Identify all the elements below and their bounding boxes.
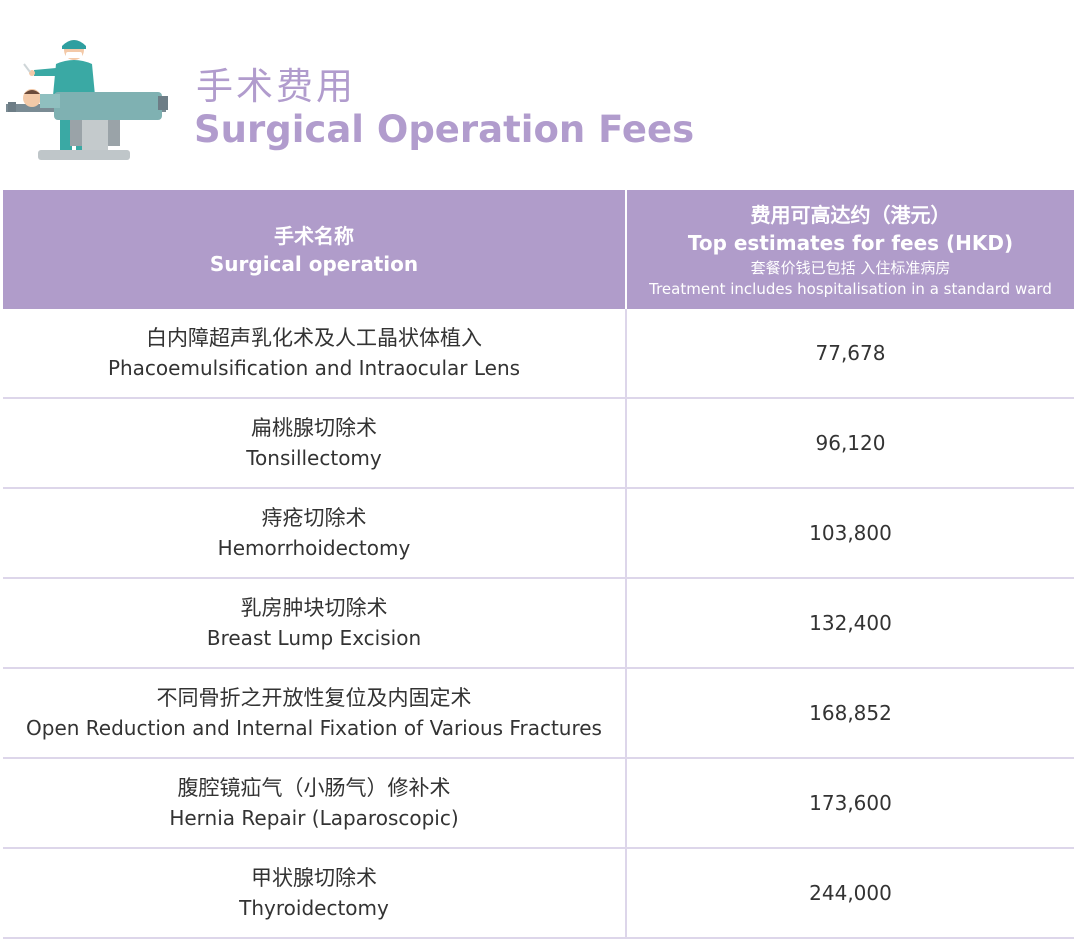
page-title-en: Surgical Operation Fees	[194, 108, 695, 151]
operation-name-en: Hernia Repair (Laparoscopic)	[169, 806, 459, 830]
operation-cell: 不同骨折之开放性复位及内固定术 Open Reduction and Inter…	[3, 669, 627, 757]
table-row: 白内障超声乳化术及人工晶状体植入 Phacoemulsification and…	[3, 309, 1074, 399]
fee-note-zh: 套餐价钱已包括 入住标准病房	[750, 258, 951, 277]
table-row: 扁桃腺切除术 Tonsillectomy 96,120	[3, 399, 1074, 489]
operation-name-en: Thyroidectomy	[239, 896, 389, 920]
operation-name-zh: 扁桃腺切除术	[251, 416, 377, 440]
fee-cell: 168,852	[809, 701, 892, 725]
operation-name-en: Hemorrhoidectomy	[217, 536, 411, 560]
operation-cell: 乳房肿块切除术 Breast Lump Excision	[3, 579, 627, 667]
table-row: 痔疮切除术 Hemorrhoidectomy 103,800	[3, 489, 1074, 579]
table-row: 乳房肿块切除术 Breast Lump Excision 132,400	[3, 579, 1074, 669]
operation-cell: 痔疮切除术 Hemorrhoidectomy	[3, 489, 627, 577]
operation-cell: 白内障超声乳化术及人工晶状体植入 Phacoemulsification and…	[3, 309, 627, 397]
operation-name-zh: 甲状腺切除术	[251, 866, 377, 890]
operation-header-en: Surgical operation	[209, 251, 419, 276]
operation-column-header: 手术名称 Surgical operation	[3, 190, 627, 309]
operation-header-zh: 手术名称	[274, 223, 354, 248]
fee-cell: 96,120	[815, 431, 886, 455]
fee-cell: 132,400	[809, 611, 892, 635]
operation-name-zh: 不同骨折之开放性复位及内固定术	[156, 686, 472, 710]
operation-name-zh: 乳房肿块切除术	[240, 596, 388, 620]
table-row: 不同骨折之开放性复位及内固定术 Open Reduction and Inter…	[3, 669, 1074, 759]
operation-cell: 扁桃腺切除术 Tonsillectomy	[3, 399, 627, 487]
fee-cell: 77,678	[815, 341, 886, 365]
operation-name-zh: 腹腔镜疝气（小肠气）修补术	[177, 776, 451, 800]
table-row: 甲状腺切除术 Thyroidectomy 244,000	[3, 849, 1074, 939]
surgeon-operating-table-icon	[6, 40, 168, 160]
operation-name-zh: 痔疮切除术	[261, 506, 367, 530]
fee-cell: 103,800	[809, 521, 892, 545]
operation-name-zh: 白内障超声乳化术及人工晶状体植入	[146, 326, 482, 350]
page-title-zh: 手术费用	[196, 65, 356, 108]
fee-cell: 244,000	[809, 881, 892, 905]
operation-name-en: Breast Lump Excision	[206, 626, 422, 650]
operation-name-en: Open Reduction and Internal Fixation of …	[26, 716, 602, 740]
operation-cell: 腹腔镜疝气（小肠气）修补术 Hernia Repair (Laparoscopi…	[3, 759, 627, 847]
fee-column-header: 费用可高达约（港元） Top estimates for fees (HKD) …	[627, 190, 1074, 309]
table-row: 腹腔镜疝气（小肠气）修补术 Hernia Repair (Laparoscopi…	[3, 759, 1074, 849]
fee-note-en: Treatment includes hospitalisation in a …	[649, 279, 1052, 298]
operation-cell: 甲状腺切除术 Thyroidectomy	[3, 849, 627, 937]
page-header: 手术费用 Surgical Operation Fees	[0, 0, 1080, 190]
fee-header-en: Top estimates for fees (HKD)	[687, 230, 1014, 255]
fee-table: 手术名称 Surgical operation 费用可高达约（港元） Top e…	[3, 190, 1074, 939]
operation-name-en: Phacoemulsification and Intraocular Lens	[107, 356, 521, 380]
table-header: 手术名称 Surgical operation 费用可高达约（港元） Top e…	[3, 190, 1074, 309]
fee-header-zh: 费用可高达约（港元）	[750, 202, 951, 227]
operation-name-en: Tonsillectomy	[246, 446, 382, 470]
fee-cell: 173,600	[809, 791, 892, 815]
